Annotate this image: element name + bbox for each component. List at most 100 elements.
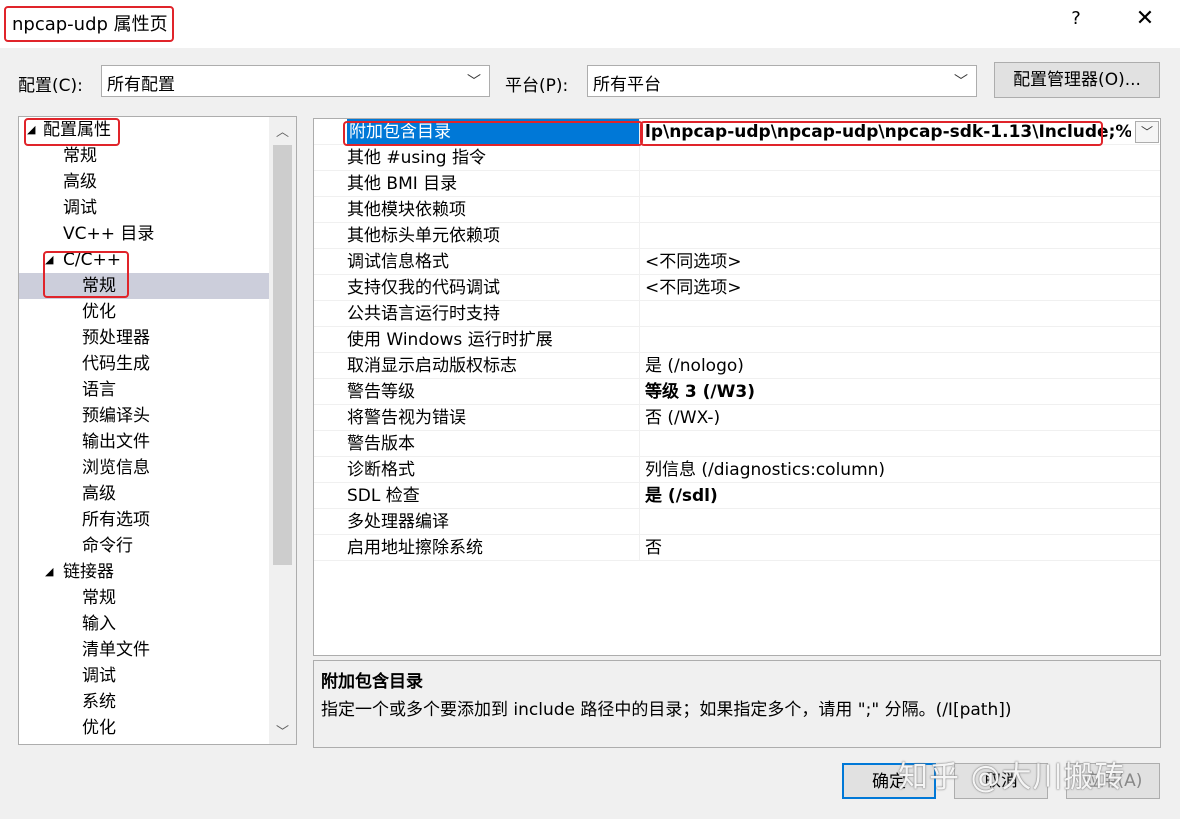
tree-item[interactable]: 浏览信息 — [19, 455, 269, 481]
property-value[interactable] — [641, 145, 1160, 171]
property-tree[interactable]: ◢ 配置属性 常规 高级 调试 VC++ 目录 ◢ C/C++ 常规 优化 预处理器 代码生成 语言 预编… — [18, 116, 297, 745]
tree-item[interactable]: 所有选项 — [19, 507, 269, 533]
scroll-up-icon[interactable]: ︿ — [269, 121, 296, 140]
help-button[interactable]: ? — [1064, 8, 1088, 36]
property-row[interactable]: 其他标头单元依赖项 — [314, 223, 1160, 249]
property-row[interactable]: 调试信息格式 <不同选项> — [314, 249, 1160, 275]
tree-item-label: 代码生成 — [82, 354, 150, 374]
tree-item-label: 预编译头 — [82, 406, 150, 426]
tree-item-label: 链接器 — [63, 562, 114, 582]
tree-item-label: 命令行 — [82, 536, 133, 556]
tree-item[interactable]: ◢ C/C++ — [19, 247, 269, 273]
config-select-value: 所有配置 — [107, 75, 175, 95]
tree-item-label: 预处理器 — [82, 328, 150, 348]
property-row[interactable]: 其他 BMI 目录 — [314, 171, 1160, 197]
property-row[interactable]: 启用地址擦除系统否 — [314, 535, 1160, 561]
property-row[interactable]: 使用 Windows 运行时扩展 — [314, 327, 1160, 353]
property-value[interactable]: <不同选项> — [641, 275, 1160, 301]
property-row[interactable]: 警告等级 等级 3 (/W3) — [314, 379, 1160, 405]
tree-item[interactable]: 代码生成 — [19, 351, 269, 377]
expand-triangle-icon[interactable]: ◢ — [45, 247, 53, 273]
tree-item[interactable]: 系统 — [19, 689, 269, 715]
tree-item[interactable]: ◢ 配置属性 — [19, 117, 269, 143]
tree-item-label: 系统 — [82, 692, 116, 712]
expand-triangle-icon[interactable]: ◢ — [45, 559, 53, 585]
tree-item[interactable]: VC++ 目录 — [19, 221, 269, 247]
property-name: 支持仅我的代码调试 — [347, 275, 640, 301]
tree-item[interactable]: 预编译头 — [19, 403, 269, 429]
tree-item[interactable]: 清单文件 — [19, 637, 269, 663]
property-row[interactable]: 支持仅我的代码调试 <不同选项> — [314, 275, 1160, 301]
tree-item[interactable]: 高级 — [19, 169, 269, 195]
property-value[interactable] — [641, 509, 1160, 535]
tree-item[interactable]: 输出文件 — [19, 429, 269, 455]
property-value[interactable] — [641, 431, 1160, 457]
tree-item-label: 常规 — [82, 276, 116, 296]
tree-item-label: 调试 — [63, 198, 97, 218]
config-label: 配置(C): — [18, 76, 83, 96]
property-row[interactable]: 公共语言运行时支持 — [314, 301, 1160, 327]
scroll-thumb[interactable] — [273, 145, 292, 565]
property-name: 将警告视为错误 — [347, 405, 640, 431]
property-row[interactable]: 取消显示启动版权标志是 (/nologo) — [314, 353, 1160, 379]
tree-item[interactable]: 调试 — [19, 663, 269, 689]
tree-item-label: 语言 — [82, 380, 116, 400]
expand-triangle-icon[interactable]: ◢ — [27, 117, 35, 143]
tree-item[interactable]: 常规 — [19, 143, 269, 169]
property-row[interactable]: 警告版本 — [314, 431, 1160, 457]
property-name: 调试信息格式 — [347, 249, 640, 275]
platform-select[interactable]: 所有平台 ﹀ — [587, 65, 977, 97]
platform-select-value: 所有平台 — [593, 75, 661, 95]
platform-label: 平台(P): — [505, 76, 569, 96]
property-row[interactable]: 其他 #using 指令 — [314, 145, 1160, 171]
close-icon[interactable]: ✕ — [1130, 6, 1160, 36]
property-value[interactable] — [641, 223, 1160, 249]
property-row[interactable]: SDL 检查是 (/sdl) — [314, 483, 1160, 509]
tree-item[interactable]: 预处理器 — [19, 325, 269, 351]
tree-item[interactable]: 命令行 — [19, 533, 269, 559]
property-row[interactable]: 将警告视为错误否 (/WX-) — [314, 405, 1160, 431]
tree-item-label: 配置属性 — [43, 120, 111, 140]
property-value[interactable]: 是 (/sdl) — [641, 483, 1160, 509]
watermark: 知乎 @大川搬砖 — [898, 760, 1126, 795]
property-value[interactable]: <不同选项> — [641, 249, 1160, 275]
chevron-down-icon: ﹀ — [467, 74, 481, 90]
property-value[interactable] — [641, 171, 1160, 197]
tree-item-label: 输出文件 — [82, 432, 150, 452]
property-value[interactable]: 是 (/nologo) — [641, 353, 1160, 379]
tree-item[interactable]: 优化 — [19, 299, 269, 325]
tree-item[interactable]: 常规 — [19, 273, 269, 299]
property-name: 取消显示启动版权标志 — [347, 353, 640, 379]
property-row[interactable]: 诊断格式 列信息 (/diagnostics:column) — [314, 457, 1160, 483]
property-value[interactable] — [641, 197, 1160, 223]
property-value[interactable] — [641, 327, 1160, 353]
property-value[interactable]: 否 — [641, 535, 1160, 561]
property-grid[interactable]: 附加包含目录 lp\npcap-udp\npcap-udp\npcap-sdk-1… — [313, 118, 1161, 656]
property-row[interactable]: 其他模块依赖项 — [314, 197, 1160, 223]
property-value[interactable]: 列信息 (/diagnostics:column) — [641, 457, 1160, 483]
tree-item[interactable]: ◢ 链接器 — [19, 559, 269, 585]
tree-scrollbar[interactable]: ︿ ﹀ — [269, 117, 296, 744]
tree-item[interactable]: 高级 — [19, 481, 269, 507]
tree-item-label: 输入 — [82, 614, 116, 634]
property-row[interactable]: 附加包含目录 lp\npcap-udp\npcap-udp\npcap-sdk-1… — [314, 119, 1160, 145]
tree-item[interactable]: 优化 — [19, 715, 269, 741]
config-select[interactable]: 所有配置 ﹀ — [101, 65, 490, 97]
property-value[interactable]: 否 (/WX-) — [641, 405, 1160, 431]
chevron-down-icon: ﹀ — [954, 74, 968, 90]
property-row[interactable]: 多处理器编译 — [314, 509, 1160, 535]
tree-item[interactable]: 语言 — [19, 377, 269, 403]
property-name: 其他标头单元依赖项 — [347, 223, 640, 249]
tree-item[interactable]: 常规 — [19, 585, 269, 611]
config-manager-button[interactable]: 配置管理器(O)... — [994, 62, 1160, 98]
tree-item[interactable]: 调试 — [19, 195, 269, 221]
tree-item[interactable]: 输入 — [19, 611, 269, 637]
tree-item-label: 所有选项 — [82, 510, 150, 530]
scroll-down-icon[interactable]: ﹀ — [269, 721, 296, 740]
tree-item-label: 优化 — [82, 302, 116, 322]
property-value[interactable] — [641, 301, 1160, 327]
value-dropdown-icon[interactable]: ﹀ — [1135, 121, 1159, 143]
property-value[interactable]: 等级 3 (/W3) — [641, 379, 1160, 405]
tree-item-label: C/C++ — [63, 250, 121, 270]
property-value[interactable]: lp\npcap-udp\npcap-udp\npcap-sdk-1.13\In… — [641, 119, 1131, 145]
